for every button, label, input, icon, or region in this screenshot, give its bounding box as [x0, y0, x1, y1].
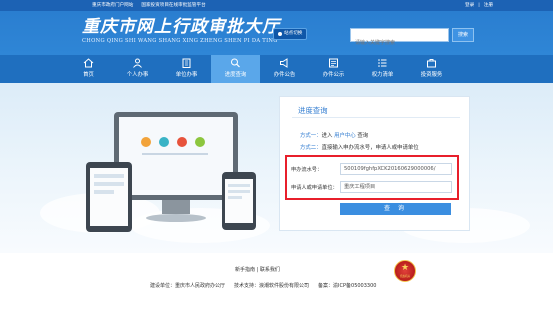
footer-info: 建设单位：重庆市人民政府办公厅 技术支持：浪潮软件股份有限公司 备案：渝ICP备…	[150, 282, 376, 289]
login-link[interactable]: 登录	[465, 0, 474, 11]
page: 重庆市政府门户网站 国家投资项目在线审批监管平台 登录 | 注册 重庆市网上行政…	[0, 0, 553, 311]
footer-divider: |	[256, 267, 259, 273]
location-icon	[278, 32, 282, 36]
list-icon	[377, 58, 388, 68]
nav-item-progress[interactable]: 进度查询	[211, 55, 260, 83]
home-icon	[83, 58, 94, 68]
nav-item-announcement[interactable]: 办件公告	[260, 55, 309, 83]
method-two-label: 方式二：	[300, 145, 322, 151]
nav-item-home[interactable]: 首页	[64, 55, 113, 83]
nav-item-personal[interactable]: 个人办事	[113, 55, 162, 83]
publicity-icon	[328, 58, 339, 68]
top-bar: 重庆市政府门户网站 国家投资项目在线审批监管平台 登录 | 注册	[0, 0, 553, 11]
auth-divider: |	[478, 3, 480, 8]
method-two-text: 直接输入申办流水号，申请人或申请单位	[321, 145, 419, 151]
nav-label: 进度查询	[224, 72, 247, 78]
building-icon	[181, 58, 192, 68]
header: 重庆市网上行政审批大厅 CHONG QING SHI WANG SHANG XI…	[0, 11, 553, 55]
register-link[interactable]: 注册	[484, 0, 493, 11]
search-input[interactable]	[351, 37, 448, 49]
tech-support: 技术支持：浪潮软件股份有限公司	[234, 283, 310, 289]
method-one-text-b: 查询	[357, 133, 369, 139]
site-switch-button[interactable]: 站点切换	[273, 28, 308, 40]
search-button[interactable]: 搜索	[452, 28, 474, 42]
footer: 新手指南 | 联系我们 建设单位：重庆市人民政府办公厅 技术支持：浪潮软件股份有…	[0, 253, 553, 311]
search-icon	[230, 58, 241, 68]
search-box	[350, 28, 449, 49]
nav-label: 权力清单	[371, 72, 394, 78]
panel-title: 进度查询	[298, 106, 328, 115]
site-logo[interactable]: 重庆市网上行政审批大厅 CHONG QING SHI WANG SHANG XI…	[82, 17, 280, 44]
investment-icon	[426, 58, 437, 68]
hero-background	[0, 83, 553, 253]
icp-record[interactable]: 备案：渝ICP备05003300	[318, 282, 376, 289]
query-button[interactable]: 查 询	[340, 203, 451, 215]
nav-item-power-list[interactable]: 权力清单	[358, 55, 407, 83]
input-highlight-box	[285, 155, 459, 200]
star-icon: ★	[401, 263, 410, 273]
nav-label: 办件公示	[322, 72, 345, 78]
site-switch-label: 站点切换	[284, 31, 303, 36]
main-nav: 首页 个人办事 单位办事 进度查询 办件公告 办件公示 权力清单 投资服务	[0, 55, 553, 83]
badge-caption: 党政机关	[399, 275, 411, 278]
devices-illustration	[84, 100, 274, 245]
footer-links: 新手指南 | 联系我们	[235, 266, 280, 273]
person-icon	[132, 58, 143, 68]
nav-label: 单位办事	[175, 72, 198, 78]
government-badge[interactable]: ★ 党政机关	[394, 260, 416, 282]
nav-label: 首页	[83, 72, 94, 78]
method-two: 方式二：直接输入申办流水号，申请人或申请单位	[300, 143, 419, 151]
site-title: 重庆市网上行政审批大厅	[82, 17, 280, 37]
contact-link[interactable]: 联系我们	[260, 267, 280, 273]
host-unit: 建设单位：重庆市人民政府办公厅	[150, 283, 226, 289]
nav-label: 办件公告	[273, 72, 296, 78]
site-subtitle: CHONG QING SHI WANG SHANG XING ZHENG SHE…	[82, 38, 278, 44]
nav-item-publicity[interactable]: 办件公示	[309, 55, 358, 83]
panel-divider	[292, 117, 460, 118]
investment-platform-link[interactable]: 国家投资项目在线审批监管平台	[141, 0, 205, 11]
method-one-text-a: 进入	[321, 133, 333, 139]
method-one: 方式一：进入 用户中心 查询	[300, 131, 368, 139]
progress-query-panel: 进度查询 方式一：进入 用户中心 查询 方式二：直接输入申办流水号，申请人或申请…	[279, 96, 470, 231]
nav-item-organization[interactable]: 单位办事	[162, 55, 211, 83]
nav-item-investment[interactable]: 投资服务	[407, 55, 456, 83]
serial-number-label: 申办流水号：	[291, 167, 323, 173]
announce-icon	[279, 58, 290, 68]
gov-portal-link[interactable]: 重庆市政府门户网站	[92, 0, 133, 11]
applicant-label: 申请人或申请单位：	[291, 185, 338, 191]
method-one-label: 方式一：	[300, 133, 322, 139]
nav-label: 投资服务	[420, 72, 443, 78]
nav-label: 个人办事	[126, 72, 149, 78]
applicant-input[interactable]: 重庆工程项目	[340, 181, 452, 193]
serial-number-input[interactable]: 500109fghfpXCK20160629000006/	[340, 163, 452, 175]
guide-link[interactable]: 新手指南	[235, 267, 255, 273]
user-center-link[interactable]: 用户中心	[334, 133, 356, 139]
